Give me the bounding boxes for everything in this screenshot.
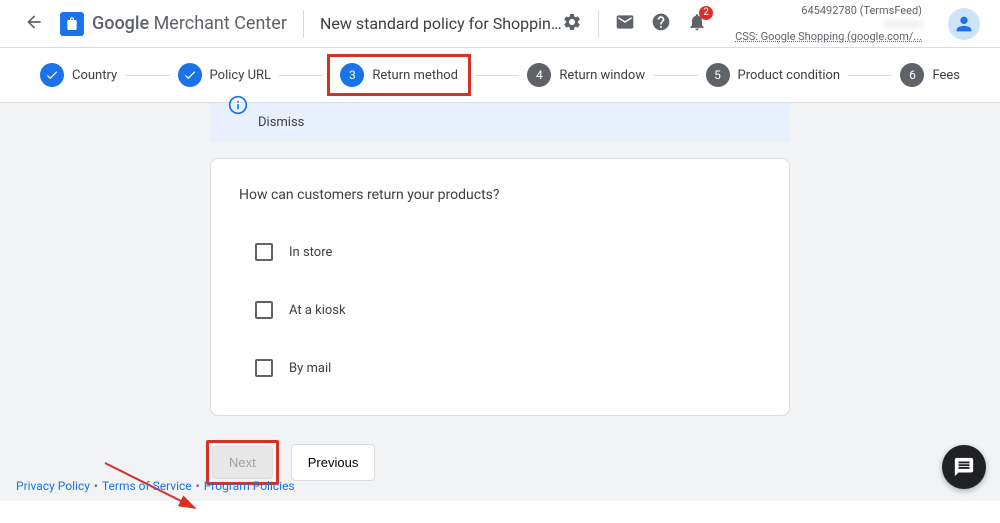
checkbox-icon[interactable]	[255, 359, 273, 377]
step-number-icon: 4	[527, 63, 551, 87]
step-number-icon: 5	[706, 63, 730, 87]
header-divider-2	[598, 10, 599, 38]
option-at-kiosk[interactable]: At a kiosk	[255, 301, 761, 319]
next-button[interactable]: Next	[212, 446, 273, 479]
step-return-window[interactable]: 4 Return window	[527, 63, 645, 87]
stepper: Country Policy URL 3 Return method 4 Ret…	[0, 48, 1000, 103]
question-text: How can customers return your products?	[239, 187, 761, 203]
info-banner: Dismiss	[210, 103, 790, 142]
back-arrow-icon[interactable]	[20, 8, 48, 40]
privacy-link[interactable]: Privacy Policy	[16, 479, 90, 493]
app-header: Google Merchant Center New standard poli…	[0, 0, 1000, 48]
step-country[interactable]: Country	[40, 63, 117, 87]
button-row: Next Previous	[210, 444, 790, 481]
terms-link[interactable]: Terms of Service	[102, 479, 192, 493]
step-connector	[125, 75, 169, 76]
option-by-mail[interactable]: By mail	[255, 359, 761, 377]
step-connector	[653, 75, 697, 76]
info-icon	[228, 95, 248, 119]
step-product-condition[interactable]: 5 Product condition	[706, 63, 841, 87]
return-method-card: How can customers return your products? …	[210, 158, 790, 416]
header-divider	[303, 10, 304, 38]
step-policy-url[interactable]: Policy URL	[178, 63, 271, 87]
step-number-icon: 3	[340, 63, 364, 87]
merchant-center-logo-icon	[60, 12, 84, 36]
step-active-highlight: 3 Return method	[327, 54, 471, 96]
mail-icon[interactable]	[615, 12, 635, 36]
checkbox-icon[interactable]	[255, 301, 273, 319]
footer-links: Privacy Policy•Terms of Service•Program …	[16, 479, 295, 493]
bell-icon[interactable]: 2	[687, 12, 707, 36]
checkbox-icon[interactable]	[255, 243, 273, 261]
gear-icon[interactable]	[562, 12, 582, 36]
step-number-icon: 6	[900, 63, 924, 87]
step-fees[interactable]: 6 Fees	[900, 63, 960, 87]
brand-text: Google Merchant Center	[92, 13, 287, 34]
option-in-store[interactable]: In store	[255, 243, 761, 261]
check-icon	[178, 63, 202, 87]
chat-fab-button[interactable]	[942, 445, 986, 489]
step-connector	[475, 75, 519, 76]
step-return-method[interactable]: 3 Return method	[340, 63, 458, 87]
check-icon	[40, 63, 64, 87]
avatar-icon[interactable]	[948, 8, 980, 40]
account-info: 645492780 (TermsFeed) xxxxxxx CSS: Googl…	[735, 4, 922, 43]
step-connector	[279, 75, 323, 76]
chat-icon	[953, 456, 975, 478]
step-connector	[848, 75, 892, 76]
dismiss-button[interactable]: Dismiss	[258, 115, 304, 130]
program-link[interactable]: Program Policies	[204, 479, 295, 493]
notification-badge: 2	[699, 6, 713, 20]
help-icon[interactable]	[651, 12, 671, 36]
previous-button[interactable]: Previous	[291, 444, 376, 481]
content-area: Dismiss How can customers return your pr…	[0, 103, 1000, 501]
page-title: New standard policy for Shopping ads and…	[320, 14, 562, 33]
